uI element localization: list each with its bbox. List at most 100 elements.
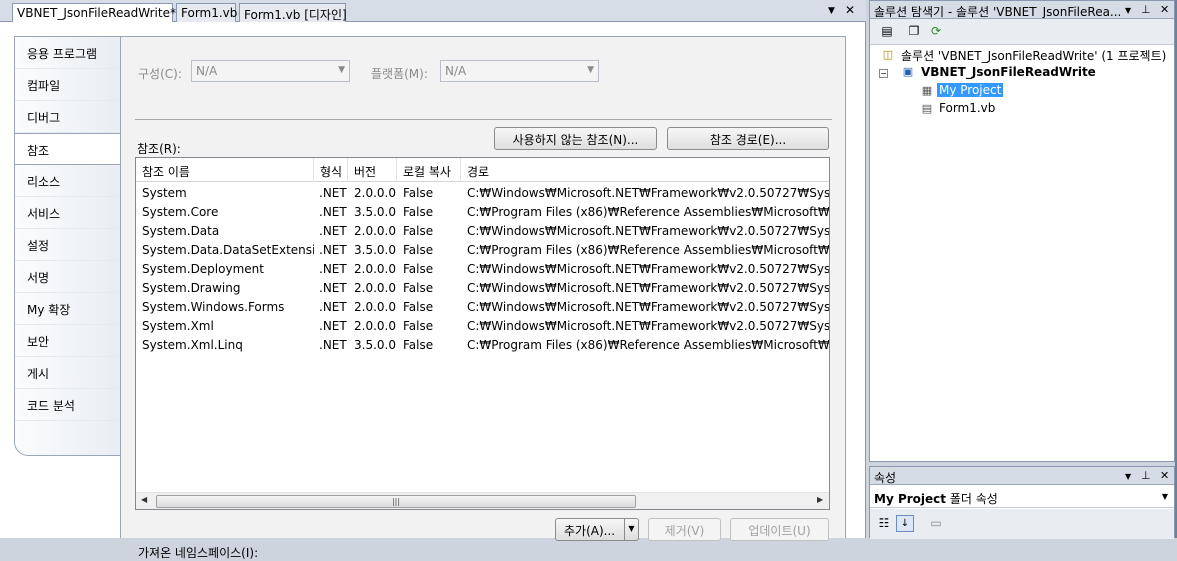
chevron-down-icon: ▼: [587, 65, 594, 75]
solution-explorer-title: 솔루션 탐색기 - 솔루션 'VBNET_JsonFileRea...: [874, 5, 1122, 19]
scroll-right-icon[interactable]: ▶: [817, 495, 823, 504]
table-cell: System.Core: [142, 205, 219, 219]
table-row[interactable]: System.Drawing .NET 2.0.0.0 False C:₩Windows…: [136, 279, 829, 298]
imported-namespaces-label: 가져온 네임스페이스(I):: [138, 546, 259, 560]
configuration-combo[interactable]: N/A ▼: [191, 60, 350, 82]
table-row[interactable]: System.Xml .NET 2.0.0.0 False C:₩Windows₩Mic…: [136, 317, 829, 336]
close-icon[interactable]: ✕: [1160, 469, 1169, 482]
property-pages-icon[interactable]: ▭: [927, 515, 945, 532]
scrollbar-thumb[interactable]: |||: [156, 495, 636, 508]
column-header-version[interactable]: 버전: [348, 158, 397, 182]
nav-item[interactable]: 보안: [15, 325, 121, 357]
tab-list-dropdown-icon[interactable]: ▼: [828, 6, 835, 16]
references-grid[interactable]: 참조 이름 형식 버전 로컬 복사 경로 System .NET 2.0.0.0 Fa…: [135, 157, 830, 510]
table-cell: 2.0.0.0: [354, 300, 396, 314]
nav-item[interactable]: 코드 분석: [15, 389, 121, 421]
solution-node[interactable]: 솔루션 'VBNET_JsonFileReadWrite' (1 프로젝트): [901, 47, 1166, 64]
nav-item[interactable]: 리소스: [15, 165, 121, 197]
table-row[interactable]: System.Data .NET 2.0.0.0 False C:₩Windows₩Mi…: [136, 222, 829, 241]
chevron-down-icon[interactable]: ▼: [624, 519, 638, 540]
show-all-files-icon[interactable]: ❐: [905, 23, 923, 40]
pin-icon[interactable]: ⊥: [1141, 3, 1151, 16]
table-cell: 3.5.0.0: [354, 205, 396, 219]
nav-item[interactable]: 응용 프로그램: [15, 37, 121, 69]
table-cell: False: [403, 243, 434, 257]
project-node[interactable]: VBNET_JsonFileReadWrite: [921, 65, 1096, 79]
unused-references-button[interactable]: 사용하지 않는 참조(N)...: [494, 127, 657, 150]
table-cell: False: [403, 338, 434, 352]
solution-explorer-toolbar: ▤ ❐ ⟳: [870, 19, 1174, 45]
tree-item-my-project[interactable]: My Project: [937, 83, 1004, 97]
properties-icon[interactable]: ▤: [878, 23, 896, 40]
window-position-icon[interactable]: ▼: [1125, 6, 1131, 15]
table-cell: 3.5.0.0: [354, 338, 396, 352]
table-cell: System.Data: [142, 224, 220, 238]
table-row[interactable]: System.Windows.Forms .NET 2.0.0.0 False C:₩W…: [136, 298, 829, 317]
window-position-icon[interactable]: ▼: [1125, 472, 1131, 481]
my-project-icon: ▦: [921, 84, 933, 97]
table-cell: 2.0.0.0: [354, 281, 396, 295]
tab-project-properties[interactable]: VBNET_JsonFileReadWrite*: [12, 3, 176, 23]
table-row[interactable]: System.Xml.Linq .NET 3.5.0.0 False C:₩Progra…: [136, 336, 829, 355]
table-cell: 2.0.0.0: [354, 319, 396, 333]
alphabetical-icon[interactable]: ↓: [896, 515, 914, 532]
table-row[interactable]: System.Deployment .NET 2.0.0.0 False C:₩Wind…: [136, 260, 829, 279]
form-file-icon: ▤: [921, 102, 933, 115]
horizontal-scrollbar[interactable]: ◀ ||| ▶: [136, 492, 829, 509]
divider: [135, 119, 832, 120]
reference-paths-button[interactable]: 참조 경로(E)...: [667, 127, 829, 150]
platform-combo[interactable]: N/A ▼: [440, 60, 599, 82]
nav-item[interactable]: 컴파일: [15, 69, 121, 101]
nav-item[interactable]: 서명: [15, 261, 121, 293]
table-cell: System.Data.DataSetExtensions: [142, 243, 314, 257]
grid-header: 참조 이름 형식 버전 로컬 복사 경로: [136, 158, 829, 182]
nav-item[interactable]: 게시: [15, 357, 121, 389]
table-cell: False: [403, 262, 434, 276]
table-row[interactable]: System .NET 2.0.0.0 False C:₩Windows₩Microso…: [136, 184, 829, 203]
project-properties-page: 응용 프로그램 컴파일 디버그 참조 리소스 서비스 설정 서명 My 확장 보안 게시 코드 분석 …: [0, 22, 866, 560]
table-cell: System.Drawing: [142, 281, 241, 295]
close-document-icon[interactable]: ✕: [845, 3, 855, 17]
object-selector[interactable]: My Project 폴더 속성 ▼: [870, 486, 1174, 508]
tree-item-form1[interactable]: Form1.vb: [939, 101, 995, 115]
chevron-down-icon: ▼: [338, 65, 345, 75]
solution-explorer: 솔루션 탐색기 - 솔루션 'VBNET_JsonFileRea... ▼ ⊥ …: [869, 0, 1175, 462]
table-cell: 3.5.0.0: [354, 243, 396, 257]
refresh-icon[interactable]: ⟳: [927, 23, 945, 40]
references-pane: 구성(C): N/A ▼ 플랫폼(M): N/A ▼ 사용하지 않는 참조(N)…: [120, 36, 846, 560]
selected-object-name: My Project: [874, 492, 946, 506]
column-header-type[interactable]: 형식: [314, 158, 348, 182]
tab-form1-designer[interactable]: Form1.vb [디자인]: [239, 3, 347, 22]
configuration-label: 구성(C):: [138, 67, 182, 81]
table-cell: C:₩Windows₩Microsoft.NET₩Framework₩v2.0.…: [467, 300, 829, 314]
collapse-icon[interactable]: −: [879, 69, 888, 78]
references-label: 참조(R):: [137, 142, 181, 156]
nav-item[interactable]: 서비스: [15, 197, 121, 229]
document-area: VBNET_JsonFileReadWrite* Form1.vb Form1.…: [0, 0, 866, 560]
table-cell: False: [403, 224, 434, 238]
close-icon[interactable]: ✕: [1160, 3, 1169, 16]
chevron-down-icon[interactable]: ▼: [1162, 492, 1168, 501]
pin-icon[interactable]: ⊥: [1141, 469, 1151, 482]
table-cell: False: [403, 205, 434, 219]
tab-form1-code[interactable]: Form1.vb: [176, 3, 237, 22]
table-cell: .NET: [319, 300, 347, 314]
table-cell: False: [403, 186, 434, 200]
table-row[interactable]: System.Data.DataSetExtensions .NET 3.5.0.0…: [136, 241, 829, 260]
column-header-path[interactable]: 경로: [461, 158, 829, 182]
properties-title: 속성: [874, 471, 897, 485]
table-cell: False: [403, 281, 434, 295]
scroll-left-icon[interactable]: ◀: [141, 495, 147, 504]
column-header-copy-local[interactable]: 로컬 복사: [397, 158, 461, 182]
nav-item[interactable]: My 확장: [15, 293, 121, 325]
solution-icon: ◫: [882, 48, 894, 61]
categorized-icon[interactable]: ☷: [875, 515, 893, 532]
nav-item[interactable]: 설정: [15, 229, 121, 261]
platform-label: 플랫폼(M):: [371, 67, 428, 81]
properties-panel: 속성 ▼ ⊥ ✕ My Project 폴더 속성 ▼ ☷ ↓ ▭: [869, 466, 1175, 539]
table-row[interactable]: System.Core .NET 3.5.0.0 False C:₩Program Fi…: [136, 203, 829, 222]
nav-item[interactable]: 디버그: [15, 101, 121, 133]
nav-item[interactable]: 참조: [15, 133, 125, 165]
table-cell: 2.0.0.0: [354, 224, 396, 238]
column-header-name[interactable]: 참조 이름: [136, 158, 314, 182]
